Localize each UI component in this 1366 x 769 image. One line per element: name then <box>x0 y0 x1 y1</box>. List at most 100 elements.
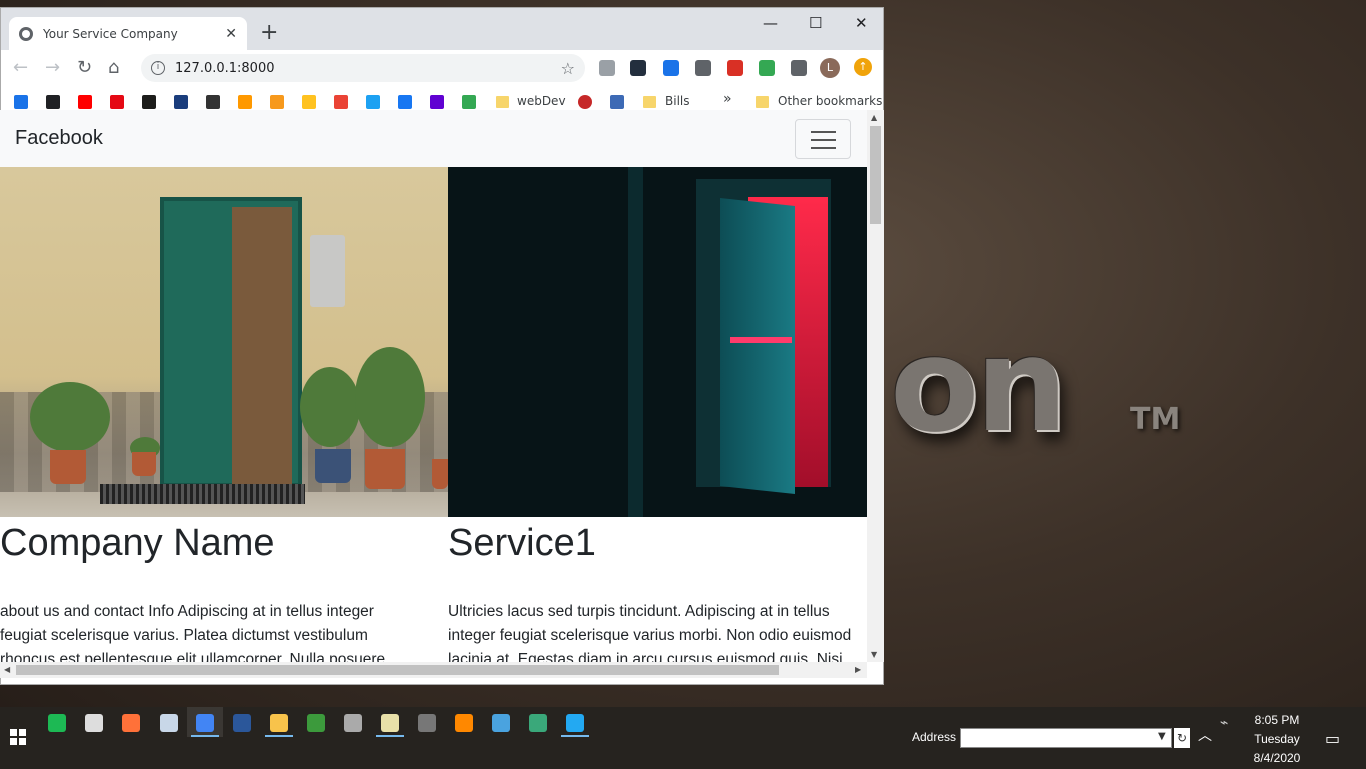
neon-door-image <box>448 167 867 517</box>
back-button[interactable]: ← <box>13 57 28 78</box>
chevron-down-icon[interactable]: ▼ <box>1158 731 1166 742</box>
service1-heading: Service1 <box>448 522 596 564</box>
update-icon[interactable]: ↑ <box>854 58 872 76</box>
clock-day: Tuesday <box>1254 732 1300 746</box>
store-icon[interactable] <box>85 714 103 732</box>
terminal-icon[interactable] <box>418 714 436 732</box>
system-clock[interactable]: 8:05 PM Tuesday 8/4/2020 <box>1240 711 1314 768</box>
horizontal-scrollbar[interactable]: ◀ ▶ <box>0 662 867 678</box>
walmart-icon[interactable] <box>302 95 316 109</box>
reload-button[interactable]: ↻ <box>77 57 92 78</box>
scroll-right-icon[interactable]: ▶ <box>855 665 861 674</box>
desktop-logo: on <box>890 309 1068 461</box>
notifications-icon[interactable]: ▭ <box>1325 729 1340 748</box>
service1-description: Ultricies lacus sed turpis tincidunt. Ad… <box>448 603 852 662</box>
puzzle-icon[interactable] <box>791 60 807 76</box>
new-tab-button[interactable]: + <box>260 20 278 45</box>
notepad-icon[interactable] <box>381 714 399 732</box>
globe-icon <box>19 26 33 41</box>
profile-avatar[interactable]: L <box>820 58 840 78</box>
vscode-icon[interactable] <box>566 714 584 732</box>
h-app-icon[interactable] <box>307 714 325 732</box>
running-indicator <box>561 735 589 737</box>
close-window-button[interactable]: ✕ <box>855 14 868 32</box>
address-toolbar-input[interactable] <box>960 728 1172 748</box>
settings-icon[interactable] <box>14 95 28 109</box>
youtube-icon[interactable] <box>78 95 92 109</box>
bookmark-star-icon[interactable]: ☆ <box>561 59 575 78</box>
dw-icon[interactable] <box>142 95 156 109</box>
address-bar[interactable]: i 127.0.0.1:8000 ☆ <box>141 54 585 82</box>
scroll-up-icon[interactable]: ▲ <box>871 113 877 122</box>
browser-tab[interactable]: Your Service Company ✕ <box>9 17 247 50</box>
audible-icon[interactable] <box>270 95 284 109</box>
drive-icon[interactable] <box>462 95 476 109</box>
horizontal-scroll-thumb[interactable] <box>16 665 779 675</box>
navbar-brand[interactable]: Facebook <box>15 127 103 150</box>
file-explorer-icon[interactable] <box>270 714 288 732</box>
bookmark-folder-bills[interactable]: Bills <box>665 94 690 108</box>
facebook-icon[interactable] <box>398 95 412 109</box>
url-text[interactable]: 127.0.0.1:8000 <box>175 61 561 76</box>
site-info-icon[interactable]: i <box>151 61 165 75</box>
wikipedia-icon[interactable] <box>206 95 220 109</box>
home-button[interactable]: ⌂ <box>108 57 119 78</box>
running-indicator <box>265 735 293 737</box>
yahoo-icon[interactable] <box>430 95 444 109</box>
taskbar: Address ▼ ↻ ︿ ⌁ 8:05 PM Tuesday 8/4/2020… <box>0 707 1366 769</box>
circle-icon[interactable] <box>46 95 60 109</box>
globe-app-icon[interactable] <box>529 714 547 732</box>
page-viewport: Facebook Company Name Service1 about us … <box>0 110 867 662</box>
spotify-icon[interactable] <box>48 714 66 732</box>
firefox-icon[interactable] <box>122 714 140 732</box>
refresh-icon[interactable]: ↻ <box>1174 728 1190 748</box>
news-icon[interactable] <box>174 95 188 109</box>
minimize-button[interactable]: — <box>763 14 778 32</box>
reader-icon[interactable] <box>492 714 510 732</box>
chrome-icon[interactable] <box>196 714 214 732</box>
folder-icon <box>496 96 509 108</box>
folder-icon <box>643 96 656 108</box>
navbar-toggler-button[interactable] <box>795 119 851 159</box>
close-tab-icon[interactable]: ✕ <box>225 26 237 42</box>
word-icon[interactable] <box>233 714 251 732</box>
tray-expand-icon[interactable]: ︿ <box>1198 725 1212 745</box>
folder-icon <box>756 96 769 108</box>
scroll-down-icon[interactable]: ▼ <box>871 650 877 659</box>
color-wheel-icon[interactable] <box>759 60 775 76</box>
windows-start-icon[interactable] <box>10 729 26 745</box>
new-badge-icon[interactable] <box>727 60 743 76</box>
notes-icon[interactable] <box>160 714 178 732</box>
green-door-image <box>0 167 448 517</box>
amazon-assistant-icon[interactable] <box>630 60 646 76</box>
extension-gray-icon[interactable] <box>599 60 615 76</box>
title-bar: Your Service Company ✕ + — ☐ ✕ <box>1 8 883 50</box>
checkmark-ext-icon[interactable] <box>663 60 679 76</box>
vertical-scroll-thumb[interactable] <box>870 126 881 224</box>
clock-date: 8/4/2020 <box>1253 751 1301 765</box>
company-description: about us and contact Info Adipiscing at … <box>0 603 386 662</box>
opera-icon[interactable] <box>578 95 592 109</box>
site-navbar: Facebook <box>0 110 867 167</box>
browser-toolbar: ← → ↻ ⌂ i 127.0.0.1:8000 ☆ L ↑ <box>1 50 883 86</box>
gimp-icon[interactable] <box>344 714 362 732</box>
scroll-left-icon[interactable]: ◀ <box>4 665 10 674</box>
network-icon[interactable]: ⌁ <box>1220 715 1228 731</box>
amazon-icon[interactable] <box>238 95 252 109</box>
maximize-button[interactable]: ☐ <box>809 14 822 32</box>
bookmarks-overflow-icon[interactable]: » <box>723 91 732 107</box>
vlc-icon[interactable] <box>455 714 473 732</box>
tab-title: Your Service Company <box>43 26 178 41</box>
forward-button[interactable]: → <box>45 57 60 78</box>
vertical-scrollbar[interactable]: ▲ ▼ <box>867 110 884 662</box>
bookmark-folder-webdev[interactable]: webDev <box>517 94 566 108</box>
twitter-icon[interactable] <box>366 95 380 109</box>
desktop-logo-tm: TM <box>1130 402 1181 437</box>
clock-time: 8:05 PM <box>1254 713 1300 727</box>
netflix-icon[interactable] <box>110 95 124 109</box>
other-bookmarks[interactable]: Other bookmarks <box>778 94 882 108</box>
pt-icon[interactable] <box>610 95 624 109</box>
address-toolbar-label: Address <box>912 730 957 744</box>
bird-ext-icon[interactable] <box>695 60 711 76</box>
gmail-icon[interactable] <box>334 95 348 109</box>
